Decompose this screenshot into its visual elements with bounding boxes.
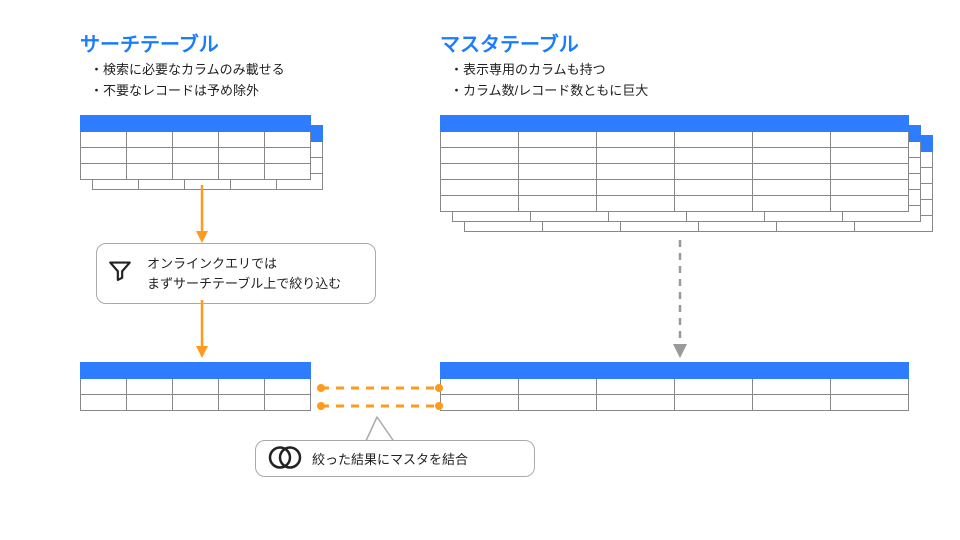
join-callout: 絞った結果にマスタを結合 (255, 440, 535, 477)
search-table-title: サーチテーブル (80, 28, 219, 57)
master-bullet-2: カラム数/レコード数ともに巨大 (450, 81, 648, 102)
arrow-master-to-joined (670, 240, 690, 360)
venn-icon (268, 444, 302, 473)
master-table-title: マスタテーブル (440, 28, 579, 57)
join-connector-lines (315, 380, 445, 420)
search-bullet-2: 不要なレコードは予め除外 (90, 81, 285, 102)
filter-callout-line1: オンラインクエリでは (147, 254, 361, 274)
master-table-bullets: 表示専用のカラムも持つ カラム数/レコード数ともに巨大 (450, 60, 648, 102)
master-table-stack (440, 115, 960, 245)
filter-callout: オンラインクエリでは まずサーチテーブル上で絞り込む (96, 243, 376, 304)
filter-callout-line2: まずサーチテーブル上で絞り込む (147, 274, 361, 294)
arrow-search-to-filter (192, 185, 212, 245)
join-callout-text: 絞った結果にマスタを結合 (312, 452, 468, 467)
arrow-filter-to-result (192, 300, 212, 360)
joined-master-table (440, 362, 909, 411)
funnel-icon (107, 258, 133, 290)
search-table-bullets: 検索に必要なカラムのみ載せる 不要なレコードは予め除外 (90, 60, 285, 102)
filtered-search-table (80, 362, 311, 411)
search-bullet-1: 検索に必要なカラムのみ載せる (90, 60, 285, 81)
master-bullet-1: 表示専用のカラムも持つ (450, 60, 648, 81)
